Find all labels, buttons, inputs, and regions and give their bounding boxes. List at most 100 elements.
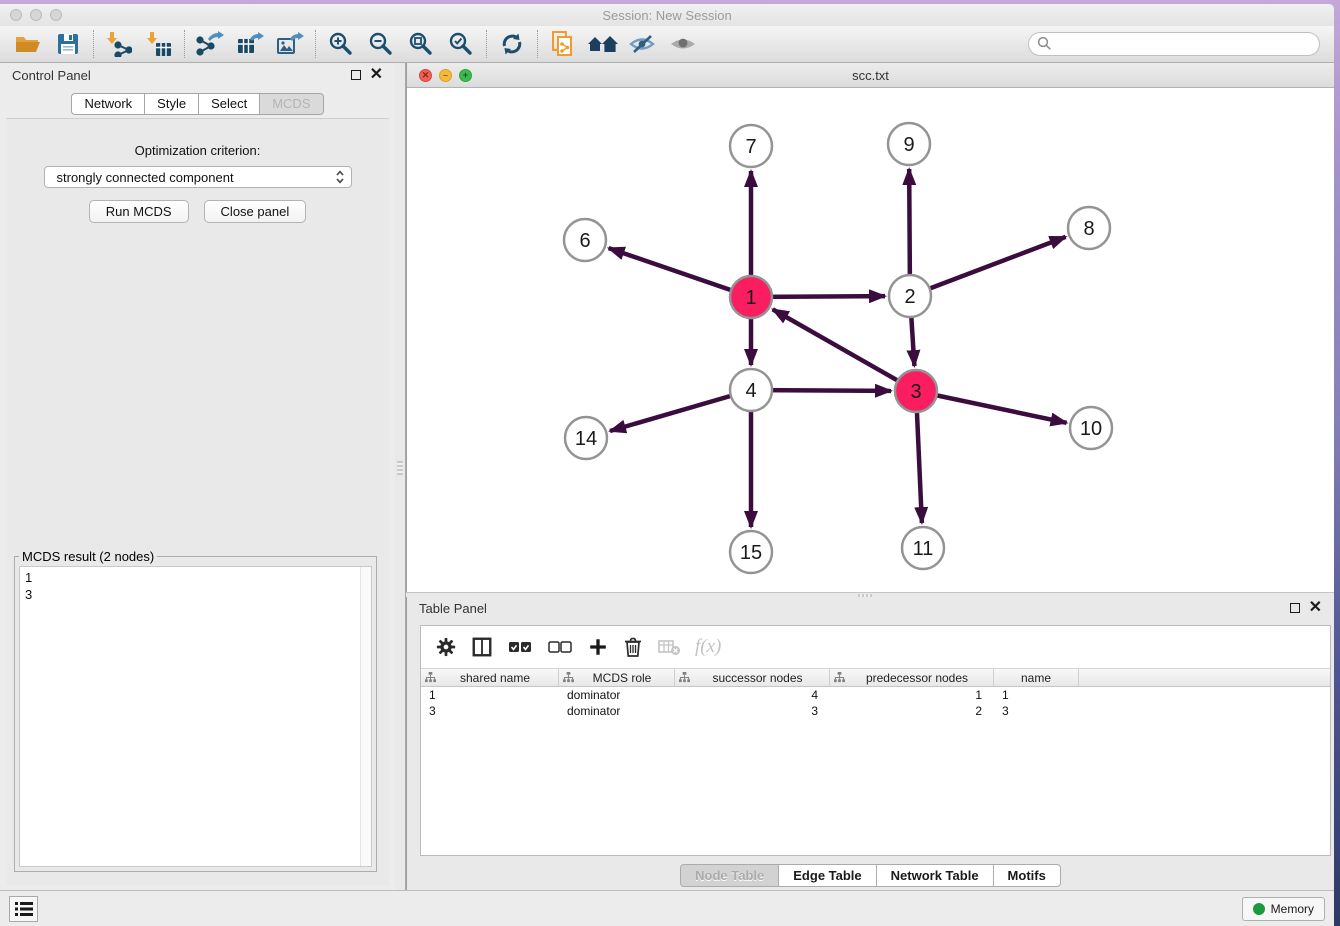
tab-edge-table[interactable]: Edge Table <box>778 864 875 887</box>
gear-icon <box>435 636 457 658</box>
cell-mcds-role[interactable]: dominator <box>559 703 675 719</box>
window-title: Session: New Session <box>602 8 731 23</box>
fx-icon: f(x) <box>695 636 721 658</box>
tab-motifs[interactable]: Motifs <box>993 864 1061 887</box>
vertical-split-divider[interactable] <box>395 63 406 890</box>
cell-mcds-role[interactable]: dominator <box>559 687 675 703</box>
table-row[interactable]: 3 dominator 3 2 3 <box>421 703 1330 719</box>
mcds-result-textarea[interactable]: 1 3 <box>19 566 372 867</box>
cell-shared-name[interactable]: 1 <box>421 687 559 703</box>
cell-name[interactable]: 1 <box>994 687 1079 703</box>
graph-node-label-14: 14 <box>575 428 597 450</box>
column-header-name[interactable]: name <box>994 669 1079 686</box>
close-network-icon[interactable]: ✕ <box>419 69 432 82</box>
vertical-split-grip[interactable] <box>397 461 403 475</box>
status-bar: Memory <box>0 890 1334 926</box>
search-input[interactable] <box>1028 32 1320 56</box>
show-task-history-button[interactable] <box>9 896 38 922</box>
delete-table-button[interactable] <box>657 638 681 656</box>
unchecked-boxes-icon <box>547 638 573 656</box>
graph-node-label-6: 6 <box>579 230 590 252</box>
apply-function-button[interactable]: f(x) <box>695 636 721 658</box>
memory-status-icon <box>1253 903 1265 915</box>
zoom-selected-button[interactable] <box>441 28 481 60</box>
tab-node-table[interactable]: Node Table <box>680 864 778 887</box>
network-graph[interactable]: 1234678910111415 <box>407 88 1334 592</box>
result-scrollbar[interactable] <box>360 567 371 866</box>
home-views-button[interactable] <box>583 28 623 60</box>
deselect-all-button[interactable] <box>547 638 573 656</box>
minimize-network-icon[interactable]: – <box>439 69 452 82</box>
graph-node-label-8: 8 <box>1083 218 1094 240</box>
export-image-button[interactable] <box>270 28 310 60</box>
cell-predecessor-nodes[interactable]: 2 <box>830 703 994 719</box>
open-session-button[interactable] <box>8 28 48 60</box>
minimize-window-icon[interactable] <box>30 9 42 21</box>
cell-successor-nodes[interactable]: 3 <box>675 703 830 719</box>
column-header-predecessor-nodes[interactable]: predecessor nodes <box>830 669 994 686</box>
maximize-network-icon[interactable]: + <box>459 69 472 82</box>
import-table-button[interactable] <box>139 28 179 60</box>
graph-node-label-4: 4 <box>745 380 756 402</box>
cell-predecessor-nodes[interactable]: 1 <box>830 687 994 703</box>
network-document-button[interactable] <box>543 28 583 60</box>
export-network-button[interactable] <box>190 28 230 60</box>
show-all-button[interactable] <box>663 28 703 60</box>
table-row[interactable]: 1 dominator 4 1 1 <box>421 687 1330 703</box>
tab-network-table[interactable]: Network Table <box>876 864 993 887</box>
refresh-view-button[interactable] <box>492 28 532 60</box>
criterion-select[interactable]: strongly connected component <box>44 166 352 188</box>
zoom-in-button[interactable] <box>321 28 361 60</box>
close-table-panel-icon[interactable]: ✕ <box>1309 603 1322 613</box>
add-column-button[interactable] <box>587 636 609 658</box>
zoom-fit-button[interactable] <box>401 28 441 60</box>
mcds-result-title: MCDS result (2 nodes) <box>19 549 157 564</box>
table-panel-title: Table Panel <box>419 601 487 616</box>
column-header-shared-name[interactable]: shared name <box>421 669 559 686</box>
checked-boxes-icon <box>507 638 533 656</box>
cell-shared-name[interactable]: 3 <box>421 703 559 719</box>
select-all-button[interactable] <box>507 638 533 656</box>
column-header-successor-nodes[interactable]: successor nodes <box>675 669 830 686</box>
edge-2-8[interactable] <box>910 237 1066 296</box>
zoom-window-icon[interactable] <box>50 9 62 21</box>
float-panel-icon[interactable] <box>351 70 361 80</box>
browse-columns-button[interactable] <box>471 636 493 658</box>
network-canvas[interactable]: 1234678910111415 <box>407 88 1334 592</box>
run-mcds-button[interactable]: Run MCDS <box>89 200 189 223</box>
save-session-button[interactable] <box>48 28 88 60</box>
cell-name[interactable]: 3 <box>994 703 1079 719</box>
close-window-icon[interactable] <box>10 9 22 21</box>
graph-node-label-10: 10 <box>1080 418 1102 440</box>
export-network-icon <box>196 31 224 57</box>
delete-table-icon <box>657 638 681 656</box>
memory-button[interactable]: Memory <box>1242 897 1325 921</box>
result-line: 1 <box>25 569 371 586</box>
close-panel-button[interactable]: Close panel <box>204 200 307 223</box>
edge-3-1[interactable] <box>773 309 916 391</box>
attribute-tree-icon <box>563 672 574 683</box>
table-settings-button[interactable] <box>435 636 457 658</box>
close-panel-icon[interactable]: ✕ <box>370 70 383 80</box>
tab-mcds[interactable]: MCDS <box>259 93 323 115</box>
zoom-out-button[interactable] <box>361 28 401 60</box>
float-table-panel-icon[interactable] <box>1290 603 1300 613</box>
edge-3-10[interactable] <box>916 391 1067 423</box>
hide-selected-button[interactable] <box>623 28 663 60</box>
column-header-mcds-role[interactable]: MCDS role <box>559 669 675 686</box>
app-window: Session: New Session <box>0 4 1334 926</box>
control-panel: Control Panel ✕ Network Style Select MCD… <box>0 63 395 890</box>
delete-columns-button[interactable] <box>623 636 643 658</box>
tab-style[interactable]: Style <box>144 93 198 115</box>
edge-1-6[interactable] <box>609 248 751 297</box>
tab-network[interactable]: Network <box>71 93 144 115</box>
cell-successor-nodes[interactable]: 4 <box>675 687 830 703</box>
network-document-icon <box>550 30 576 58</box>
list-icon <box>15 902 33 916</box>
tab-select[interactable]: Select <box>198 93 259 115</box>
criterion-value: strongly connected component <box>57 170 234 185</box>
network-window-titlebar[interactable]: ✕ – + scc.txt <box>407 63 1334 88</box>
import-network-button[interactable] <box>99 28 139 60</box>
export-table-button[interactable] <box>230 28 270 60</box>
graph-node-label-11: 11 <box>913 538 934 560</box>
